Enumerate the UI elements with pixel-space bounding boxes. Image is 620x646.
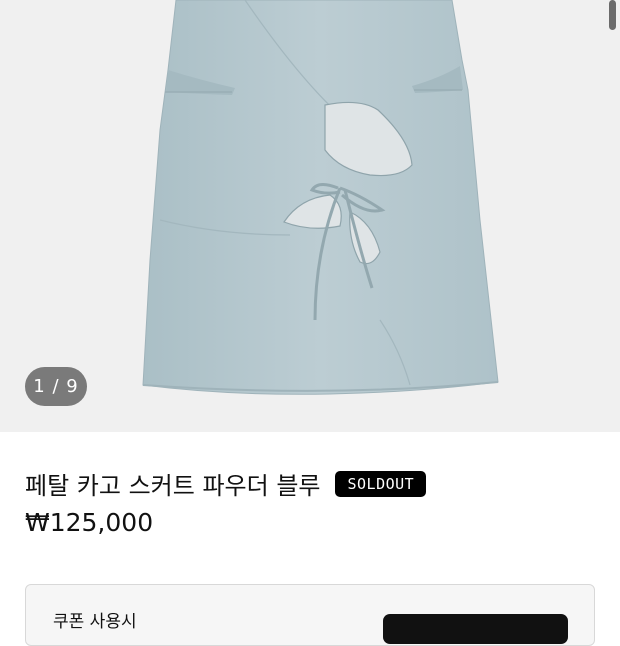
product-image-skirt [142,0,499,395]
product-price: ₩125,000 [25,508,154,537]
product-title-row: 페탈 카고 스커트 파우더 블루 SOLDOUT [25,466,427,501]
product-image-gallery[interactable]: 1 / 9 [0,0,620,432]
image-counter: 1 / 9 [25,367,87,406]
soldout-badge: SOLDOUT [335,470,427,497]
product-title: 페탈 카고 스커트 파우더 블루 [25,472,321,500]
scrollbar-thumb[interactable] [609,0,616,30]
coupon-panel: 쿠폰 사용시 [25,584,595,646]
coupon-download-button[interactable] [383,614,568,644]
